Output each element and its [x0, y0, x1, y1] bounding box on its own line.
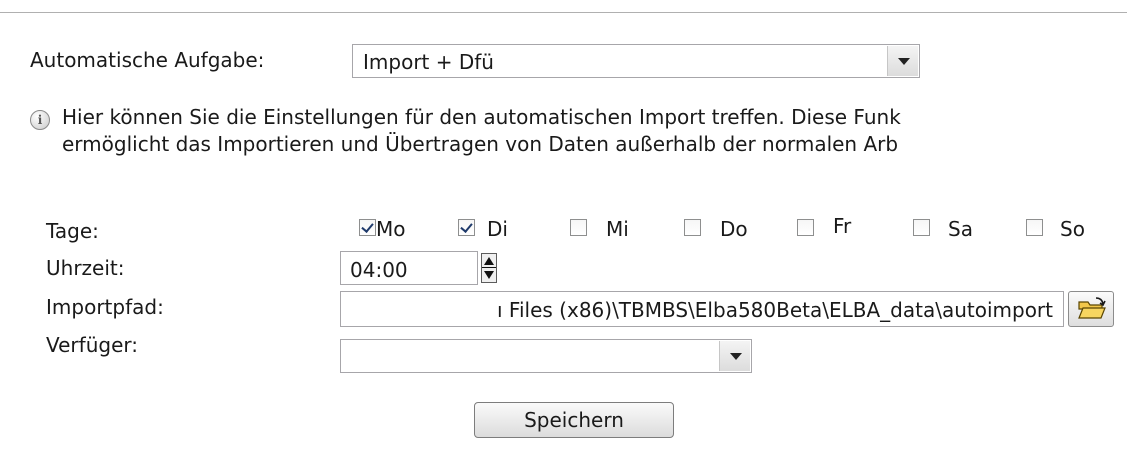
checkbox-label-fr: Fr — [833, 214, 852, 238]
checkbox-so[interactable] — [1026, 219, 1043, 236]
save-button[interactable]: Speichern — [474, 402, 674, 438]
checkbox-di[interactable] — [458, 219, 475, 236]
spinner-up-icon[interactable] — [484, 257, 494, 265]
checkbox-label-mi: Mi — [606, 217, 629, 241]
checkbox-sa[interactable] — [913, 219, 930, 236]
checkbox-do[interactable] — [684, 219, 701, 236]
checkbox-mi[interactable] — [570, 219, 587, 236]
checkbox-label-so: So — [1060, 217, 1085, 241]
checkbox-label-do: Do — [720, 217, 748, 241]
import-path-input[interactable]: ı Files (x86)\TBMBS\Elba580Beta\ELBA_dat… — [340, 291, 1064, 327]
import-path-label: Importpfad: — [46, 295, 164, 319]
open-folder-icon — [1078, 297, 1106, 319]
task-select[interactable]: Import + Dfü — [352, 44, 920, 78]
chevron-down-icon[interactable] — [719, 341, 750, 371]
disposer-select[interactable] — [340, 339, 752, 373]
spinner-divider — [482, 267, 496, 268]
disposer-label: Verfüger: — [46, 333, 138, 357]
task-select-value: Import + Dfü — [363, 50, 494, 74]
time-spinner[interactable] — [481, 253, 497, 283]
task-label: Automatische Aufgabe: — [30, 48, 265, 72]
checkbox-label-mo: Mo — [376, 217, 406, 241]
checkbox-label-sa: Sa — [948, 217, 973, 241]
days-label: Tage: — [46, 219, 99, 243]
browse-folder-button[interactable] — [1068, 291, 1114, 327]
time-input[interactable]: 04:00 — [340, 251, 478, 285]
spinner-down-icon[interactable] — [484, 271, 494, 279]
chevron-down-icon[interactable] — [887, 46, 918, 76]
time-label: Uhrzeit: — [46, 256, 125, 280]
import-path-value: ı Files (x86)\TBMBS\Elba580Beta\ELBA_dat… — [497, 298, 1053, 322]
info-icon: i — [30, 110, 50, 130]
checkbox-mo[interactable] — [359, 219, 376, 236]
info-text: Hier können Sie die Einstellungen für de… — [62, 104, 901, 158]
checkbox-fr[interactable] — [797, 219, 814, 236]
top-divider — [0, 12, 1127, 13]
time-value: 04:00 — [350, 258, 408, 282]
checkbox-label-di: Di — [487, 217, 508, 241]
info-line-2: ermöglicht das Importieren und Übertrage… — [62, 132, 899, 156]
info-line-1: Hier können Sie die Einstellungen für de… — [62, 105, 901, 129]
